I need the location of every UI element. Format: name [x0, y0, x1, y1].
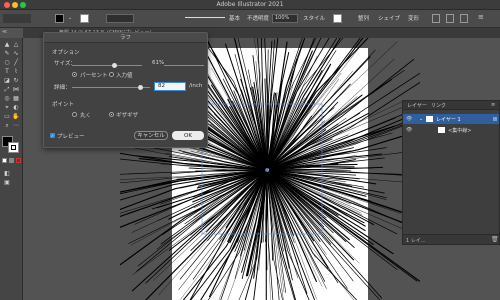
- opacity-label[interactable]: 不透明度: [247, 14, 269, 24]
- rotate-tool-icon[interactable]: ↻: [12, 77, 20, 84]
- eraser-tool-icon[interactable]: ◪: [3, 77, 11, 84]
- detail-input[interactable]: 82: [154, 82, 186, 91]
- type-tool-icon[interactable]: T: [3, 68, 11, 75]
- layer-count: 1 レイ...: [406, 238, 426, 244]
- direct-selection-tool-icon[interactable]: △: [12, 41, 20, 48]
- visibility-eye-icon[interactable]: 👁: [406, 127, 412, 133]
- sublayer-row[interactable]: 👁 <集中線>: [403, 125, 499, 135]
- layer-name[interactable]: レイヤー 1: [436, 116, 461, 123]
- stroke-profile-line: [185, 17, 225, 18]
- layers-panel: レイヤー リンク ≡ 👁 ⌄ レイヤー 1 👁 <集中線> 1 レイ... 🗑: [402, 100, 500, 245]
- fill-swatch[interactable]: [55, 14, 64, 23]
- size-slider-track[interactable]: [72, 65, 142, 66]
- stroke-swatch[interactable]: [80, 14, 89, 23]
- graphic-style-swatch[interactable]: [333, 14, 342, 23]
- toolbar-collapse-icon[interactable]: ≪: [2, 29, 7, 35]
- pen-tool-icon[interactable]: ✎: [3, 50, 11, 57]
- layer-selected-indicator[interactable]: [493, 117, 497, 121]
- opacity-field[interactable]: 100%: [272, 14, 298, 23]
- edit-toolbar-icon[interactable]: ⋯: [12, 122, 20, 129]
- path-label-area: [3, 14, 31, 23]
- stroke-inner: [11, 145, 16, 150]
- sublayer-name[interactable]: <集中線>: [448, 127, 471, 134]
- percent-label: パーセント: [80, 73, 108, 79]
- smooth-radio[interactable]: [72, 112, 77, 117]
- roughen-dialog: ラフ オプション サイズ： 61% パーセント 入力値 詳細： 82 /inch…: [43, 32, 208, 148]
- isolate-icon[interactable]: [432, 14, 440, 23]
- line-tool-icon[interactable]: ╱: [12, 59, 20, 66]
- zoom-tool-icon[interactable]: ⌕: [3, 122, 11, 129]
- none-mode-icon[interactable]: [16, 158, 21, 163]
- ok-button[interactable]: OK: [172, 131, 204, 140]
- tab-layers[interactable]: レイヤー: [407, 102, 427, 109]
- artboard-tool-icon[interactable]: ▭: [3, 113, 11, 120]
- detail-slider-thumb[interactable]: [138, 84, 143, 90]
- percent-radio[interactable]: [72, 72, 77, 77]
- panel-menu-icon[interactable]: ≡: [478, 13, 484, 21]
- fill-dropdown-icon[interactable]: ⌄: [68, 15, 72, 21]
- arrange-icon[interactable]: [460, 14, 468, 23]
- app-title: Adobe Illustrator 2021: [216, 1, 284, 8]
- width-tool-icon[interactable]: ⋈: [12, 86, 20, 93]
- brush-tool-icon[interactable]: ⌇: [12, 68, 20, 75]
- detail-label: 詳細：: [54, 85, 71, 91]
- stroke-weight-field[interactable]: [106, 14, 134, 23]
- delete-layer-icon[interactable]: 🗑: [491, 236, 499, 243]
- stroke-style-label[interactable]: 基本: [229, 14, 240, 24]
- absolute-label: 入力値: [116, 73, 133, 79]
- visibility-eye-icon[interactable]: 👁: [406, 116, 412, 122]
- gradient-tool-icon[interactable]: ▦: [12, 95, 20, 102]
- size-slider-extension: [164, 65, 204, 66]
- layer-thumbnail: [426, 116, 433, 122]
- options-heading: オプション: [52, 50, 80, 56]
- hand-tool-icon[interactable]: ✋: [12, 113, 20, 120]
- eyedropper-tool-icon[interactable]: ⌖: [3, 104, 11, 111]
- screen-mode-icon[interactable]: ▣: [3, 179, 11, 186]
- scale-tool-icon[interactable]: ⤢: [3, 86, 11, 93]
- points-heading: ポイント: [52, 102, 75, 108]
- cancel-button[interactable]: キャンセル: [134, 131, 168, 140]
- preview-label: プレビュー: [57, 134, 85, 140]
- gradient-mode-icon[interactable]: [9, 158, 14, 163]
- layer-row[interactable]: 👁 ⌄ レイヤー 1: [403, 114, 499, 124]
- expand-chevron-icon[interactable]: ⌄: [419, 116, 423, 122]
- blend-tool-icon[interactable]: ◐: [12, 104, 20, 111]
- transform-label[interactable]: 変形: [408, 14, 419, 24]
- size-slider-thumb[interactable]: [112, 62, 118, 68]
- speed-line: [270, 39, 366, 165]
- ellipse-tool-icon[interactable]: ○: [3, 59, 11, 66]
- size-value[interactable]: 61%: [152, 60, 164, 66]
- dialog-title: ラフ: [44, 33, 207, 43]
- sublayer-thumbnail: [438, 127, 445, 133]
- color-mode-icon[interactable]: [2, 158, 7, 163]
- panel-menu-icon[interactable]: ≡: [491, 102, 495, 108]
- control-bar: ⌄ 基本 不透明度 100% スタイル 整列 シェイプ 変形 ≡: [0, 10, 500, 28]
- corner-label: ギザギザ: [116, 113, 139, 119]
- curvature-tool-icon[interactable]: ∿: [12, 50, 20, 57]
- recolor-icon[interactable]: [446, 14, 454, 23]
- preview-checkbox[interactable]: ✓: [50, 133, 55, 138]
- layers-panel-tabs: レイヤー リンク ≡: [403, 101, 499, 110]
- title-bar: Adobe Illustrator 2021: [0, 0, 500, 10]
- shape-builder-tool-icon[interactable]: ◎: [3, 95, 11, 102]
- corner-radio[interactable]: [109, 112, 114, 117]
- layers-panel-footer: 1 レイ... 🗑: [403, 234, 499, 244]
- selection-tool-icon[interactable]: ▲: [3, 41, 11, 48]
- tab-links[interactable]: リンク: [431, 102, 446, 109]
- smooth-label: 丸く: [80, 113, 92, 119]
- center-point: [265, 168, 269, 172]
- align-label[interactable]: 整列: [358, 14, 369, 24]
- shape-label[interactable]: シェイプ: [378, 14, 400, 24]
- style-label[interactable]: スタイル: [303, 14, 325, 24]
- tools-panel: ▲ △ ✎ ∿ ○ ╱ T ⌇ ◪ ↻ ⤢ ⋈ ◎ ▦ ⌖ ◐ ▭ ✋ ⌕ ⋯ …: [0, 38, 23, 300]
- draw-mode-icon[interactable]: ◧: [3, 170, 11, 177]
- absolute-radio[interactable]: [109, 72, 114, 77]
- detail-unit: /inch: [189, 83, 203, 89]
